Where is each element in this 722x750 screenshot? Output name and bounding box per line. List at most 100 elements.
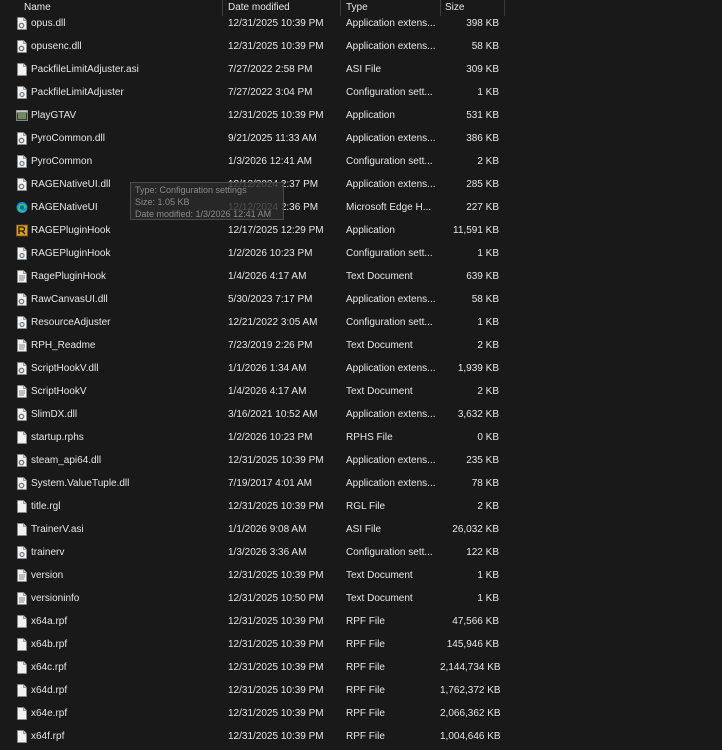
file-row[interactable]: startup.rphs 1/2/2026 10:23 PM RPHS File 0 … xyxy=(0,426,722,449)
file-row[interactable]: RagePluginHook 1/4/2026 4:17 AM Text Docum… xyxy=(0,265,722,288)
file-name: version xyxy=(31,570,64,581)
file-size: 531 KB xyxy=(466,110,499,121)
file-date-modified: 1/3/2026 3:36 AM xyxy=(228,547,307,558)
file-type: Configuration sett... xyxy=(346,156,433,167)
file-row[interactable]: RPH_Readme 7/23/2019 2:26 PM Text Document… xyxy=(0,334,722,357)
file-name: PyroCommon.dll xyxy=(31,133,105,144)
file-date-modified: 7/27/2022 3:04 PM xyxy=(228,87,313,98)
file-name: startup.rphs xyxy=(31,432,84,443)
file-size: 2 KB xyxy=(477,340,499,351)
file-row[interactable]: TrainerV.asi 1/1/2026 9:08 AM ASI File 26,0… xyxy=(0,518,722,541)
file-type: Application extens... xyxy=(346,409,436,420)
file-row[interactable]: PackfileLimitAdjuster.asi 7/27/2022 2:58 … xyxy=(0,58,722,81)
file-date-modified: 12/31/2025 10:39 PM xyxy=(228,731,324,742)
file-row[interactable]: x64f.rpf 12/31/2025 10:39 PM RPF File 1,004… xyxy=(0,725,722,748)
file-row[interactable]: versioninfo 12/31/2025 10:50 PM Text Docum… xyxy=(0,587,722,610)
file-row[interactable]: ResourceAdjuster 12/21/2022 3:05 AM Config… xyxy=(0,311,722,334)
file-row[interactable]: x64d.rpf 12/31/2025 10:39 PM RPF File 1,762… xyxy=(0,679,722,702)
file-size: 58 KB xyxy=(471,294,499,305)
file-row[interactable]: PlayGTAV 12/31/2025 10:39 PM Application 53… xyxy=(0,104,722,127)
file-row[interactable]: x64a.rpf 12/31/2025 10:39 PM RPF File 47,56… xyxy=(0,610,722,633)
tooltip-date-modified: Date modified: 1/3/2026 12:41 AM xyxy=(135,209,272,219)
file-date-modified: 12/31/2025 10:39 PM xyxy=(228,501,324,512)
file-type: Configuration sett... xyxy=(346,317,433,328)
file-size: 285 KB xyxy=(466,179,499,190)
file-row[interactable]: System.ValueTuple.dll 7/19/2017 4:01 AM Ap… xyxy=(0,472,722,495)
column-divider[interactable] xyxy=(340,0,341,16)
column-divider[interactable] xyxy=(440,0,441,16)
file-row[interactable]: trainerv 1/3/2026 3:36 AM Configuration se… xyxy=(0,541,722,564)
file-size: 1 KB xyxy=(477,248,499,259)
file-name: versioninfo xyxy=(31,593,80,604)
dll-file-icon xyxy=(16,132,28,145)
rph-app-icon xyxy=(16,224,28,237)
file-size: 11,591 KB xyxy=(453,225,499,236)
file-row[interactable]: opusenc.dll 12/31/2025 10:39 PM Applicatio… xyxy=(0,35,722,58)
column-header-type[interactable]: Type xyxy=(346,0,368,16)
file-date-modified: 12/31/2025 10:39 PM xyxy=(228,455,324,466)
file-type: Text Document xyxy=(346,593,413,604)
file-name: RAGENativeUI.dll xyxy=(31,179,111,190)
file-row[interactable]: x64e.rpf 12/31/2025 10:39 PM RPF File 2,066… xyxy=(0,702,722,725)
file-size: 235 KB xyxy=(466,455,499,466)
file-size: 309 KB xyxy=(466,64,499,75)
file-type: Text Document xyxy=(346,570,413,581)
file-type: Configuration sett... xyxy=(346,547,433,558)
file-name: TrainerV.asi xyxy=(31,524,84,535)
file-type: Application extens... xyxy=(346,363,436,374)
file-row[interactable]: x64b.rpf 12/31/2025 10:39 PM RPF File 145,9… xyxy=(0,633,722,656)
column-header-date-modified[interactable]: Date modified xyxy=(228,0,290,16)
file-type: Configuration sett... xyxy=(346,248,433,259)
file-name: x64e.rpf xyxy=(31,708,68,719)
file-size: 1 KB xyxy=(477,593,499,604)
file-row[interactable]: steam_api64.dll 12/31/2025 10:39 PM Applic… xyxy=(0,449,722,472)
file-size: 3,632 KB xyxy=(457,409,499,420)
file-size: 1,004,646 KB xyxy=(440,731,501,742)
file-date-modified: 12/31/2025 10:39 PM xyxy=(228,708,324,719)
file-size: 78 KB xyxy=(471,478,499,489)
file-date-modified: 9/21/2025 11:33 AM xyxy=(228,133,317,144)
file-name: PyroCommon xyxy=(31,156,93,167)
file-row[interactable]: ScriptHookV.dll 1/1/2026 1:34 AM Applicati… xyxy=(0,357,722,380)
column-header-name[interactable]: Name xyxy=(24,0,51,16)
file-row[interactable]: RAGEPluginHook 1/2/2026 10:23 PM Configura… xyxy=(0,242,722,265)
file-row[interactable]: version 12/31/2025 10:39 PM Text Document 1… xyxy=(0,564,722,587)
file-size: 47,566 KB xyxy=(452,616,499,627)
file-date-modified: 12/31/2025 10:39 PM xyxy=(228,639,324,650)
file-name: ResourceAdjuster xyxy=(31,317,111,328)
file-date-modified: 12/17/2025 12:29 PM xyxy=(228,225,324,236)
file-name: opusenc.dll xyxy=(31,41,82,52)
file-icon xyxy=(16,730,28,743)
file-size: 2 KB xyxy=(477,501,499,512)
file-row[interactable]: PyroCommon.dll 9/21/2025 11:33 AM Applicat… xyxy=(0,127,722,150)
file-row[interactable]: x64c.rpf 12/31/2025 10:39 PM RPF File 2,144… xyxy=(0,656,722,679)
file-row[interactable]: ScriptHookV 1/4/2026 4:17 AM Text Document… xyxy=(0,380,722,403)
file-type: Application xyxy=(346,110,395,121)
file-size: 1,939 KB xyxy=(457,363,499,374)
file-row[interactable]: RAGENativeUI.dll12/12/2024 2:37 PMApplic… xyxy=(0,173,722,196)
config-file-icon xyxy=(16,546,28,559)
file-row[interactable]: SlimDX.dll 3/16/2021 10:52 AM Application … xyxy=(0,403,722,426)
file-type: RPHS File xyxy=(346,432,393,443)
file-row[interactable]: PyroCommon 1/3/2026 12:41 AM Configuration… xyxy=(0,150,722,173)
file-row[interactable]: PackfileLimitAdjuster 7/27/2022 3:04 PM Co… xyxy=(0,81,722,104)
file-name: title.rgl xyxy=(31,501,61,512)
file-row[interactable]: RAGEPluginHook 12/17/2025 12:29 PM Applica… xyxy=(0,219,722,242)
column-divider[interactable] xyxy=(504,0,505,16)
column-divider[interactable] xyxy=(222,0,223,16)
config-file-icon xyxy=(16,86,28,99)
file-size: 1,762,372 KB xyxy=(440,685,501,696)
tooltip-type: Type: Configuration settings xyxy=(135,185,247,195)
dll-file-icon xyxy=(16,477,28,490)
file-date-modified: 7/23/2019 2:26 PM xyxy=(228,340,313,351)
text-file-icon xyxy=(16,270,28,283)
file-type: RGL File xyxy=(346,501,386,512)
file-row[interactable]: title.rgl 12/31/2025 10:39 PM RGL File 2 KB xyxy=(0,495,722,518)
file-row[interactable]: RawCanvasUI.dll 5/30/2023 7:17 PM Applicat… xyxy=(0,288,722,311)
file-icon xyxy=(16,523,28,536)
app-icon xyxy=(16,109,28,122)
column-header-size[interactable]: Size xyxy=(445,0,464,16)
file-name: trainerv xyxy=(31,547,65,558)
file-row[interactable]: RAGENativeUI12/12/2024 2:36 PMMicrosoft … xyxy=(0,196,722,219)
file-date-modified: 1/4/2026 4:17 AM xyxy=(228,386,307,397)
